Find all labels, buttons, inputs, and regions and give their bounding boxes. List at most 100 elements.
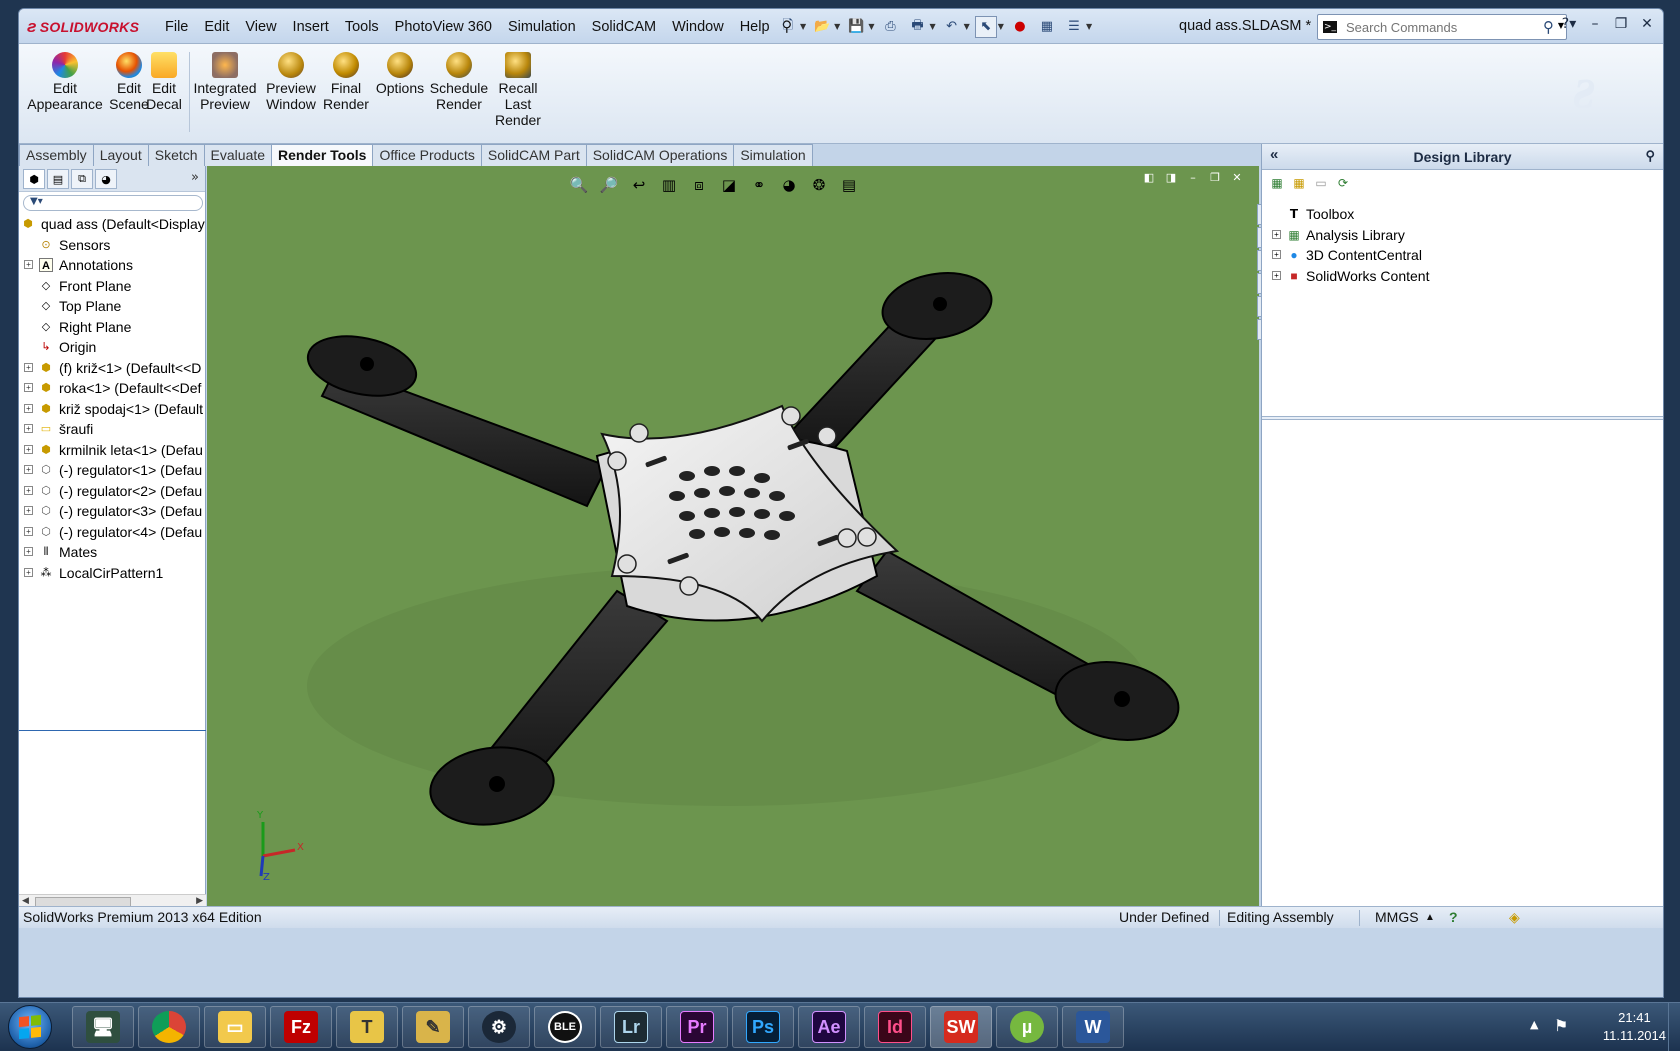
library-item-analysis-library[interactable]: + ▦ Analysis Library: [1262, 225, 1663, 246]
expand-icon[interactable]: +: [24, 424, 33, 433]
library-item-toolbox[interactable]: 𝗧 Toolbox: [1262, 204, 1663, 225]
expand-icon[interactable]: +: [24, 547, 33, 556]
expand-icon[interactable]: +: [24, 526, 33, 536]
options-list-icon[interactable]: ☰: [1063, 16, 1085, 38]
search-icon[interactable]: ⚲: [1543, 18, 1554, 36]
menu-window[interactable]: Window: [664, 19, 732, 35]
tab-sketch[interactable]: Sketch: [147, 144, 205, 166]
taskbar-after-effects[interactable]: Ae: [798, 1006, 860, 1048]
integrated-preview-button[interactable]: Integrated Preview: [191, 52, 259, 112]
menu-edit[interactable]: Edit: [196, 19, 237, 35]
tree-item-local-cir-pattern[interactable]: + ⁂ LocalCirPattern1: [19, 563, 205, 584]
minimize-icon[interactable]: –: [1585, 14, 1605, 34]
close-icon[interactable]: ✕: [1637, 14, 1657, 34]
tray-expand-icon[interactable]: ▲: [1530, 1018, 1538, 1031]
menu-tools[interactable]: Tools: [337, 19, 387, 35]
tab-layout[interactable]: Layout: [92, 144, 149, 166]
tree-item-kriz-spodaj[interactable]: + ⬢ križ spodaj<1> (Default: [19, 399, 205, 420]
open-icon[interactable]: 📂: [811, 16, 833, 38]
units-up-icon[interactable]: ▲: [1425, 907, 1435, 928]
print-icon[interactable]: ⎙: [879, 16, 901, 38]
expand-icon[interactable]: +: [24, 383, 33, 392]
tab-solidcam-operations[interactable]: SolidCAM Operations: [585, 144, 735, 166]
restore-icon[interactable]: ❐: [1611, 14, 1631, 34]
tree-item-right-plane[interactable]: ◇ Right Plane: [19, 317, 205, 338]
tree-rollback-bar[interactable]: [19, 730, 206, 731]
units-status[interactable]: MMGS: [1375, 907, 1419, 928]
taskbar-chrome[interactable]: [138, 1006, 200, 1048]
taskbar-word[interactable]: W: [1062, 1006, 1124, 1048]
tree-item-sraufi[interactable]: + ▭ šraufi: [19, 419, 205, 440]
undo-dropdown-icon[interactable]: ▼: [964, 22, 970, 31]
quadcopter-model[interactable]: [207, 166, 1259, 906]
taskbar-filezilla[interactable]: Fz: [270, 1006, 332, 1048]
taskbar-clock[interactable]: 21:41 11.11.2014: [1603, 1009, 1666, 1045]
menu-photoview[interactable]: PhotoView 360: [387, 19, 500, 35]
select-dropdown-icon[interactable]: ▼: [998, 22, 1004, 31]
graphics-viewport[interactable]: 🔍 🔎 ↩ ▥ ⧈ ◪ ⚭ ◕ ❂ ▤ ◧ ◨ – ❐ ✕ Y X Z: [207, 166, 1259, 906]
tab-render-tools[interactable]: Render Tools: [271, 144, 374, 167]
design-library-splitter[interactable]: [1262, 416, 1663, 420]
start-button[interactable]: [8, 1005, 52, 1049]
tree-item-annotations[interactable]: + A Annotations: [19, 255, 205, 276]
expand-icon[interactable]: +: [24, 362, 33, 372]
options-button[interactable]: Options: [375, 52, 425, 96]
taskbar-ble[interactable]: BLE: [534, 1006, 596, 1048]
options-dropdown-icon[interactable]: ▼: [1086, 22, 1092, 31]
taskbar-notes[interactable]: ✎: [402, 1006, 464, 1048]
display-manager-tab-icon[interactable]: ◕: [95, 169, 117, 189]
preview-window-button[interactable]: Preview Window: [263, 52, 319, 112]
tree-root-assembly[interactable]: ⬢ quad ass (Default<Display: [19, 214, 205, 235]
add-file-location-icon[interactable]: ▦: [1290, 174, 1308, 192]
select-pointer-icon[interactable]: ⬉: [974, 15, 997, 38]
menu-view[interactable]: View: [237, 19, 284, 35]
library-item-3d-contentcentral[interactable]: + ● 3D ContentCentral: [1262, 245, 1663, 266]
solidworks-logo[interactable]: ƨ SOLIDWORKS: [27, 16, 145, 38]
tree-item-front-plane[interactable]: ◇ Front Plane: [19, 276, 205, 297]
help-icon[interactable]: ?▾: [1559, 14, 1579, 34]
configuration-manager-tab-icon[interactable]: ⧉: [71, 169, 93, 189]
feature-tree-tab-icon[interactable]: ⬢: [23, 169, 45, 189]
tree-item-kriz[interactable]: + ⬢ (f) križ<1> (Default<<D: [19, 358, 205, 379]
create-folder-icon[interactable]: ▭: [1312, 174, 1330, 192]
scroll-right-icon[interactable]: ▶: [196, 896, 203, 906]
status-tag-icon[interactable]: ◈: [1509, 907, 1520, 928]
search-commands-box[interactable]: >_ ⚲ ▼: [1317, 14, 1567, 40]
menu-file[interactable]: File: [157, 19, 196, 35]
pin-panel-icon[interactable]: ⚲: [1645, 148, 1655, 164]
final-render-button[interactable]: Final Render: [321, 52, 371, 112]
printer-icon[interactable]: 🖶: [906, 16, 928, 38]
taskbar-steam[interactable]: ⚙: [468, 1006, 530, 1048]
taskbar-lightroom[interactable]: Lr: [600, 1006, 662, 1048]
expand-icon[interactable]: +: [1272, 250, 1281, 259]
save-icon[interactable]: 💾: [845, 16, 867, 38]
refresh-icon[interactable]: ⟳: [1334, 174, 1352, 192]
tree-filter-box[interactable]: ▼▾: [23, 195, 203, 211]
search-input[interactable]: [1346, 18, 1526, 36]
action-center-icon[interactable]: ⚑: [1554, 1016, 1568, 1035]
tree-item-roka[interactable]: + ⬢ roka<1> (Default<<Def: [19, 378, 205, 399]
scroll-left-icon[interactable]: ◀: [22, 896, 29, 906]
tree-item-regulator-1[interactable]: + ⬡ (-) regulator<1> (Defau: [19, 460, 205, 481]
expand-icon[interactable]: +: [1272, 270, 1281, 280]
expand-icon[interactable]: +: [24, 260, 33, 269]
status-help-icon[interactable]: ?: [1449, 907, 1458, 928]
menu-help[interactable]: Help: [732, 19, 778, 35]
file-properties-icon[interactable]: ▦: [1036, 16, 1058, 38]
print-dropdown-icon[interactable]: ▼: [929, 22, 935, 31]
rebuild-traffic-light-icon[interactable]: ●: [1009, 16, 1031, 38]
tree-item-top-plane[interactable]: ◇ Top Plane: [19, 296, 205, 317]
library-item-solidworks-content[interactable]: + ■ SolidWorks Content: [1262, 266, 1663, 287]
menu-insert[interactable]: Insert: [285, 19, 337, 35]
tab-assembly[interactable]: Assembly: [19, 144, 94, 166]
taskbar-photoshop[interactable]: Ps: [732, 1006, 794, 1048]
new-dropdown-icon[interactable]: ▼: [800, 22, 806, 31]
tab-evaluate[interactable]: Evaluate: [203, 144, 273, 166]
expand-icon[interactable]: +: [24, 465, 33, 474]
new-document-icon[interactable]: 🗋: [777, 16, 799, 38]
tree-item-origin[interactable]: ↳ Origin: [19, 337, 205, 358]
taskbar-text-editor[interactable]: T: [336, 1006, 398, 1048]
tab-office-products[interactable]: Office Products: [372, 144, 482, 166]
property-manager-tab-icon[interactable]: ▤: [47, 169, 69, 189]
taskbar-solidworks[interactable]: SW: [930, 1006, 992, 1048]
